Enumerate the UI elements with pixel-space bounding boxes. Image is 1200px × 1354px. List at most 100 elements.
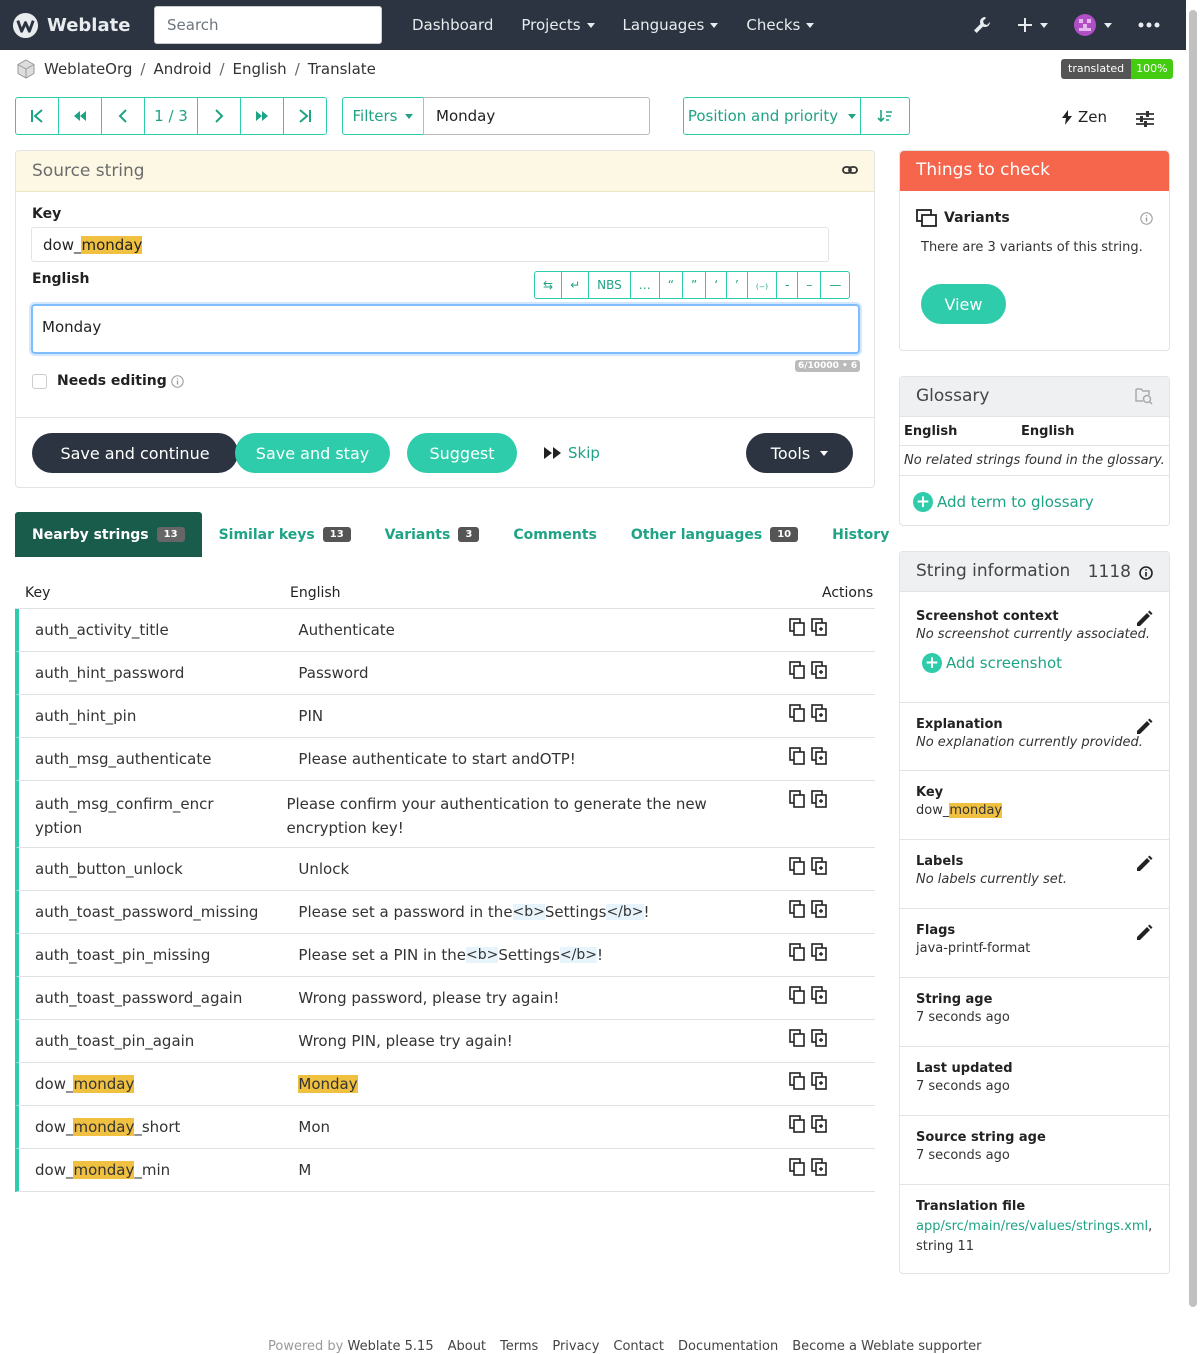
- footer-terms-link[interactable]: Terms: [500, 1339, 538, 1354]
- clone-translation-icon[interactable]: [810, 943, 827, 961]
- copy-icon[interactable]: [788, 857, 805, 875]
- table-row[interactable]: auth_msg_confirm_encryption Please confir…: [15, 781, 875, 848]
- page-scrollbar[interactable]: [1186, 0, 1200, 1353]
- brand[interactable]: Weblate: [12, 12, 130, 39]
- previous-button[interactable]: [102, 98, 145, 134]
- clone-translation-icon[interactable]: [810, 857, 827, 875]
- copy-icon[interactable]: [788, 1115, 805, 1133]
- tab-variants[interactable]: Variants 3: [368, 512, 497, 557]
- translation-file-link[interactable]: app/src/main/res/values/strings.xml: [916, 1219, 1148, 1234]
- copy-icon[interactable]: [788, 747, 805, 765]
- copy-icon[interactable]: [788, 661, 805, 679]
- copy-icon[interactable]: [788, 1029, 805, 1047]
- clone-translation-icon[interactable]: [810, 661, 827, 679]
- table-row[interactable]: auth_toast_pin_missing Please set a PIN i…: [15, 934, 875, 977]
- insert-left-double-quote-button[interactable]: “: [660, 272, 683, 298]
- translation-editor[interactable]: Monday: [31, 304, 860, 354]
- edit-pencil-icon[interactable]: [1135, 924, 1153, 942]
- tab-history[interactable]: History: [815, 512, 906, 557]
- wrench-icon[interactable]: [972, 15, 992, 35]
- info-icon[interactable]: [1140, 212, 1153, 225]
- search-input[interactable]: Search: [154, 6, 382, 44]
- glossary-search-icon[interactable]: [1135, 387, 1153, 405]
- edit-pencil-icon[interactable]: [1135, 718, 1153, 736]
- insert-right-double-quote-button[interactable]: ”: [683, 272, 707, 298]
- save-and-stay-button[interactable]: Save and stay: [235, 433, 390, 473]
- clone-translation-icon[interactable]: [810, 1072, 827, 1090]
- clone-translation-icon[interactable]: [810, 900, 827, 918]
- copy-icon[interactable]: [788, 986, 805, 1004]
- insert-left-single-quote-button[interactable]: ‘: [706, 272, 728, 298]
- tab-similar-keys[interactable]: Similar keys 13: [202, 512, 368, 557]
- copy-icon[interactable]: [788, 704, 805, 722]
- add-menu[interactable]: [1018, 18, 1048, 32]
- table-row[interactable]: auth_activity_title Authenticate: [15, 609, 875, 652]
- back-multiple-button[interactable]: [59, 98, 102, 134]
- insert-en-dash-button[interactable]: –: [798, 272, 822, 298]
- nav-projects[interactable]: Projects: [507, 16, 608, 34]
- more-icon[interactable]: [1138, 22, 1160, 28]
- nav-languages[interactable]: Languages: [609, 16, 733, 34]
- translated-status-badge[interactable]: translated 100%: [1061, 59, 1173, 79]
- table-row[interactable]: auth_toast_password_again Wrong password,…: [15, 977, 875, 1020]
- table-row[interactable]: auth_hint_pin PIN: [15, 695, 875, 738]
- edit-pencil-icon[interactable]: [1135, 610, 1153, 628]
- add-term-link[interactable]: + Add term to glossary: [913, 492, 1094, 512]
- table-row[interactable]: dow_ monday Monday: [15, 1063, 875, 1106]
- footer-version-link[interactable]: Weblate 5.15: [348, 1339, 434, 1354]
- copy-icon[interactable]: [788, 1072, 805, 1090]
- copy-icon[interactable]: [788, 900, 805, 918]
- needs-editing-checkbox[interactable]: Needs editing: [32, 373, 184, 389]
- first-button[interactable]: [16, 98, 59, 134]
- clone-translation-icon[interactable]: [810, 790, 827, 808]
- suggest-button[interactable]: Suggest: [407, 433, 517, 473]
- clone-translation-icon[interactable]: [810, 1029, 827, 1047]
- table-row[interactable]: dow_ monday _short Mon: [15, 1106, 875, 1149]
- tab-nearby-strings[interactable]: Nearby strings 13: [15, 512, 202, 557]
- user-menu[interactable]: [1074, 14, 1112, 36]
- sort-dropdown[interactable]: Position and priority: [683, 97, 861, 135]
- last-button[interactable]: [284, 98, 326, 134]
- info-icon[interactable]: [1139, 566, 1153, 580]
- clone-translation-icon[interactable]: [810, 1115, 827, 1133]
- footer-supporter-link[interactable]: Become a Weblate supporter: [792, 1339, 981, 1354]
- copy-icon[interactable]: [788, 1158, 805, 1176]
- settings-sliders-icon[interactable]: [1136, 111, 1154, 127]
- filters-dropdown[interactable]: Filters: [342, 97, 424, 135]
- checkbox[interactable]: [32, 373, 47, 389]
- breadcrumb-project[interactable]: Android: [153, 60, 211, 78]
- query-input[interactable]: Monday: [423, 97, 650, 135]
- copy-icon[interactable]: [788, 943, 805, 961]
- footer-documentation-link[interactable]: Documentation: [678, 1339, 778, 1354]
- forward-multiple-button[interactable]: [241, 98, 284, 134]
- table-row[interactable]: auth_toast_password_missing Please set a …: [15, 891, 875, 934]
- tab-other-languages[interactable]: Other languages 10: [614, 512, 815, 557]
- footer-contact-link[interactable]: Contact: [613, 1339, 664, 1354]
- nav-dashboard[interactable]: Dashboard: [398, 16, 507, 34]
- insert-nbsp-button[interactable]: NBS: [589, 272, 631, 298]
- table-row[interactable]: auth_toast_pin_again Wrong PIN, please tr…: [15, 1020, 875, 1063]
- save-and-continue-button[interactable]: Save and continue: [32, 433, 238, 473]
- scrollbar-thumb[interactable]: [1189, 10, 1197, 1307]
- copy-icon[interactable]: [788, 790, 805, 808]
- link-icon[interactable]: [842, 163, 858, 177]
- add-screenshot-link[interactable]: + Add screenshot: [922, 653, 1153, 673]
- clone-translation-icon[interactable]: [810, 747, 827, 765]
- skip-link[interactable]: Skip: [544, 444, 600, 462]
- table-row[interactable]: auth_msg_authenticate Please authenticate…: [15, 738, 875, 781]
- clone-translation-icon[interactable]: [810, 618, 827, 636]
- insert-em-dash-button[interactable]: —: [821, 272, 849, 298]
- table-row[interactable]: auth_hint_password Password: [15, 652, 875, 695]
- footer-about-link[interactable]: About: [448, 1339, 486, 1354]
- sort-direction-button[interactable]: [860, 97, 910, 135]
- edit-pencil-icon[interactable]: [1135, 855, 1153, 873]
- clone-translation-icon[interactable]: [810, 1158, 827, 1176]
- nav-checks[interactable]: Checks: [732, 16, 828, 34]
- clone-translation-icon[interactable]: [810, 986, 827, 1004]
- insert-ellipsis-button[interactable]: …: [631, 272, 660, 298]
- copy-icon[interactable]: [788, 618, 805, 636]
- table-row[interactable]: dow_ monday _min M: [15, 1149, 875, 1192]
- insert-hyphen-button[interactable]: ‐: [777, 272, 799, 298]
- tab-comments[interactable]: Comments: [496, 512, 614, 557]
- tools-dropdown[interactable]: Tools: [746, 433, 853, 473]
